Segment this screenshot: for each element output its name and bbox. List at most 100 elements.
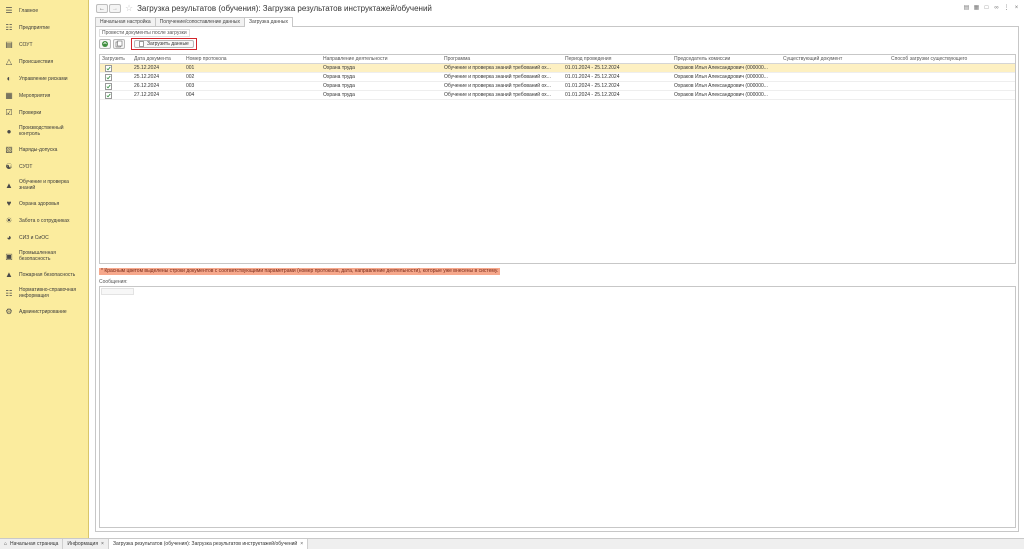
load-checkbox[interactable] <box>105 92 112 99</box>
duplicate-note: * Красным цветом выделены строки докумен… <box>99 268 501 275</box>
table-row[interactable]: 26.12.2024 003 Охрана труда Обучение и пров… <box>100 82 1015 91</box>
title-tools: ▤ ▦ □ ∞ ⋮ × <box>963 4 1020 12</box>
close-icon[interactable]: × <box>101 541 104 547</box>
fire-extinguisher-icon: ▲ <box>5 270 13 279</box>
load-checkbox[interactable] <box>105 83 112 90</box>
factory-icon: ▣ <box>5 251 13 261</box>
sidebar-item-label: Наряды-допуска <box>19 146 58 153</box>
refresh-icon <box>102 41 108 47</box>
link-icon[interactable]: ∞ <box>993 4 1000 11</box>
sidebar-item[interactable]: ◐ Управление рисками <box>0 70 88 87</box>
table-cell-program: Обучение и проверка знаний требований ох… <box>444 83 551 89</box>
forward-button[interactable]: → <box>109 4 121 13</box>
sidebar-item[interactable]: ▣ Промышленная безопасность <box>0 246 88 266</box>
load-data-label: Загрузить данные <box>147 41 189 47</box>
table-row[interactable]: 25.12.2024 001 Охрана труда Обучение и пров… <box>100 64 1015 73</box>
sidebar-item[interactable]: ♥ Охрана здоровья <box>0 195 88 212</box>
column-header[interactable]: Период проведения <box>563 55 672 63</box>
document-icon <box>139 41 144 47</box>
table-cell-program: Обучение и проверка знаний требований ох… <box>444 65 551 71</box>
sidebar-item[interactable]: ☯ СУОТ <box>0 158 88 175</box>
tab-data-mapping[interactable]: Получение/сопоставление данных <box>154 17 246 26</box>
column-header[interactable]: Программа <box>442 55 563 63</box>
post-after-load-option[interactable]: Провести документы после загрузки <box>99 29 190 37</box>
sidebar-item[interactable]: ◕ СИЗ и СиОС <box>0 229 88 246</box>
table-cell-direction: Охрана труда <box>323 65 355 71</box>
table-cell-number: 001 <box>186 65 195 71</box>
sidebar-item[interactable]: ● Производственный контроль <box>0 121 88 141</box>
task-list-icon: ▦ <box>5 91 13 100</box>
sidebar-item[interactable]: △ Происшествия <box>0 53 88 70</box>
tab-data-loading[interactable]: Загрузка данных <box>244 17 293 27</box>
back-button[interactable]: ← <box>96 4 108 13</box>
table-row[interactable]: 25.12.2024 002 Охрана труда Обучение и пров… <box>100 73 1015 82</box>
more-icon[interactable]: ⋮ <box>1003 4 1010 11</box>
load-button-highlight: Загрузить данные <box>131 38 197 50</box>
page-title: Загрузка результатов (обучения): Загрузк… <box>137 4 432 13</box>
save-icon[interactable]: ▦ <box>973 4 980 11</box>
tab-strip: Начальная настройка Получение/сопоставле… <box>95 17 293 27</box>
close-icon[interactable]: × <box>300 541 303 547</box>
sidebar-item[interactable]: ▧ Наряды-допуска <box>0 141 88 158</box>
sidebar-item[interactable]: ☷ Нормативно-справочная информация <box>0 283 88 303</box>
table-row[interactable]: 27.12.2024 004 Охрана труда Обучение и пров… <box>100 91 1015 100</box>
arrow-left-icon: ← <box>99 5 105 12</box>
table-cell-number: 002 <box>186 74 195 80</box>
taskbar: ⌂ Начальная страница Информация × Загруз… <box>0 538 1024 549</box>
table-body: 25.12.2024 001 Охрана труда Обучение и пров… <box>100 64 1015 100</box>
sidebar-item[interactable]: ▦ Мероприятия <box>0 87 88 104</box>
handshake-icon: ☯ <box>5 162 13 171</box>
column-header[interactable]: Загрузить <box>100 55 132 63</box>
table-cell-existing <box>781 73 889 81</box>
task-tab-info[interactable]: Информация × <box>63 539 109 549</box>
table-cell-method <box>889 73 1015 81</box>
sidebar-item[interactable]: ▲ Обучение и проверка знаний <box>0 175 88 195</box>
load-checkbox-cell <box>100 64 132 72</box>
messages-toolbar <box>101 288 134 295</box>
table-cell-date: 26.12.2024 <box>134 83 160 89</box>
heart-shield-icon: ♥ <box>6 199 12 208</box>
column-header[interactable]: Направление деятельности <box>321 55 442 63</box>
favorite-star-icon[interactable]: ☆ <box>125 4 133 13</box>
load-data-button[interactable]: Загрузить данные <box>134 40 194 48</box>
column-header[interactable]: Способ загрузки существующего <box>889 55 1015 63</box>
clipboard-icon: ▤ <box>5 40 13 49</box>
table-cell-chairman: Охраков Илья Александрович (000000... <box>674 83 768 89</box>
sidebar-item[interactable]: ☀ Забота о сотрудниках <box>0 212 88 229</box>
column-header[interactable]: Существующий документ <box>781 55 889 63</box>
messages-area[interactable] <box>99 286 1016 528</box>
home-tab[interactable]: ⌂ Начальная страница <box>0 539 64 549</box>
table-cell-period: 01.01.2024 - 25.12.2024 <box>565 74 620 80</box>
risk-gauge-icon: ◐ <box>6 74 12 83</box>
sidebar-item[interactable]: ⚙ Администрирование <box>0 303 88 320</box>
sidebar-item[interactable]: ▤ СОУТ <box>0 36 88 53</box>
load-checkbox[interactable] <box>105 65 112 72</box>
sidebar-item[interactable]: ☑ Проверки <box>0 104 88 121</box>
table-cell-number: 004 <box>186 92 195 98</box>
table-cell-date: 25.12.2024 <box>134 74 160 80</box>
table-cell-chairman: Охраков Илья Александрович (000000... <box>674 65 768 71</box>
sidebar-item-label: Проверки <box>19 109 42 116</box>
main-area: ← → ☆ Загрузка результатов (обучения): З… <box>90 0 1024 538</box>
print-icon[interactable]: ▤ <box>963 4 970 11</box>
table-cell-period: 01.01.2024 - 25.12.2024 <box>565 92 620 98</box>
column-header[interactable]: Номер протокола <box>184 55 321 63</box>
sidebar-item[interactable]: ▲ Пожарная безопасность <box>0 266 88 283</box>
task-tab-loading[interactable]: Загрузка результатов (обучения): Загрузк… <box>108 539 309 549</box>
tab-initial-setup[interactable]: Начальная настройка <box>95 17 156 26</box>
table-cell-date: 27.12.2024 <box>134 92 160 98</box>
sidebar-item[interactable]: ☷ Предприятие <box>0 19 88 36</box>
load-checkbox-cell <box>100 91 132 99</box>
table-cell-existing <box>781 64 889 72</box>
close-icon[interactable]: × <box>1013 4 1020 11</box>
attach-icon[interactable]: □ <box>983 4 990 11</box>
load-checkbox[interactable] <box>105 74 112 81</box>
copy-button[interactable] <box>113 39 125 49</box>
column-header[interactable]: Председатель комиссии <box>672 55 781 63</box>
column-header[interactable]: Дата документа <box>132 55 184 63</box>
checklist-icon: ☑ <box>5 108 13 117</box>
load-checkbox-cell <box>100 82 132 90</box>
refresh-button[interactable] <box>99 39 111 49</box>
load-checkbox-cell <box>100 73 132 81</box>
sidebar-item[interactable]: ☰ Главное <box>0 2 88 19</box>
